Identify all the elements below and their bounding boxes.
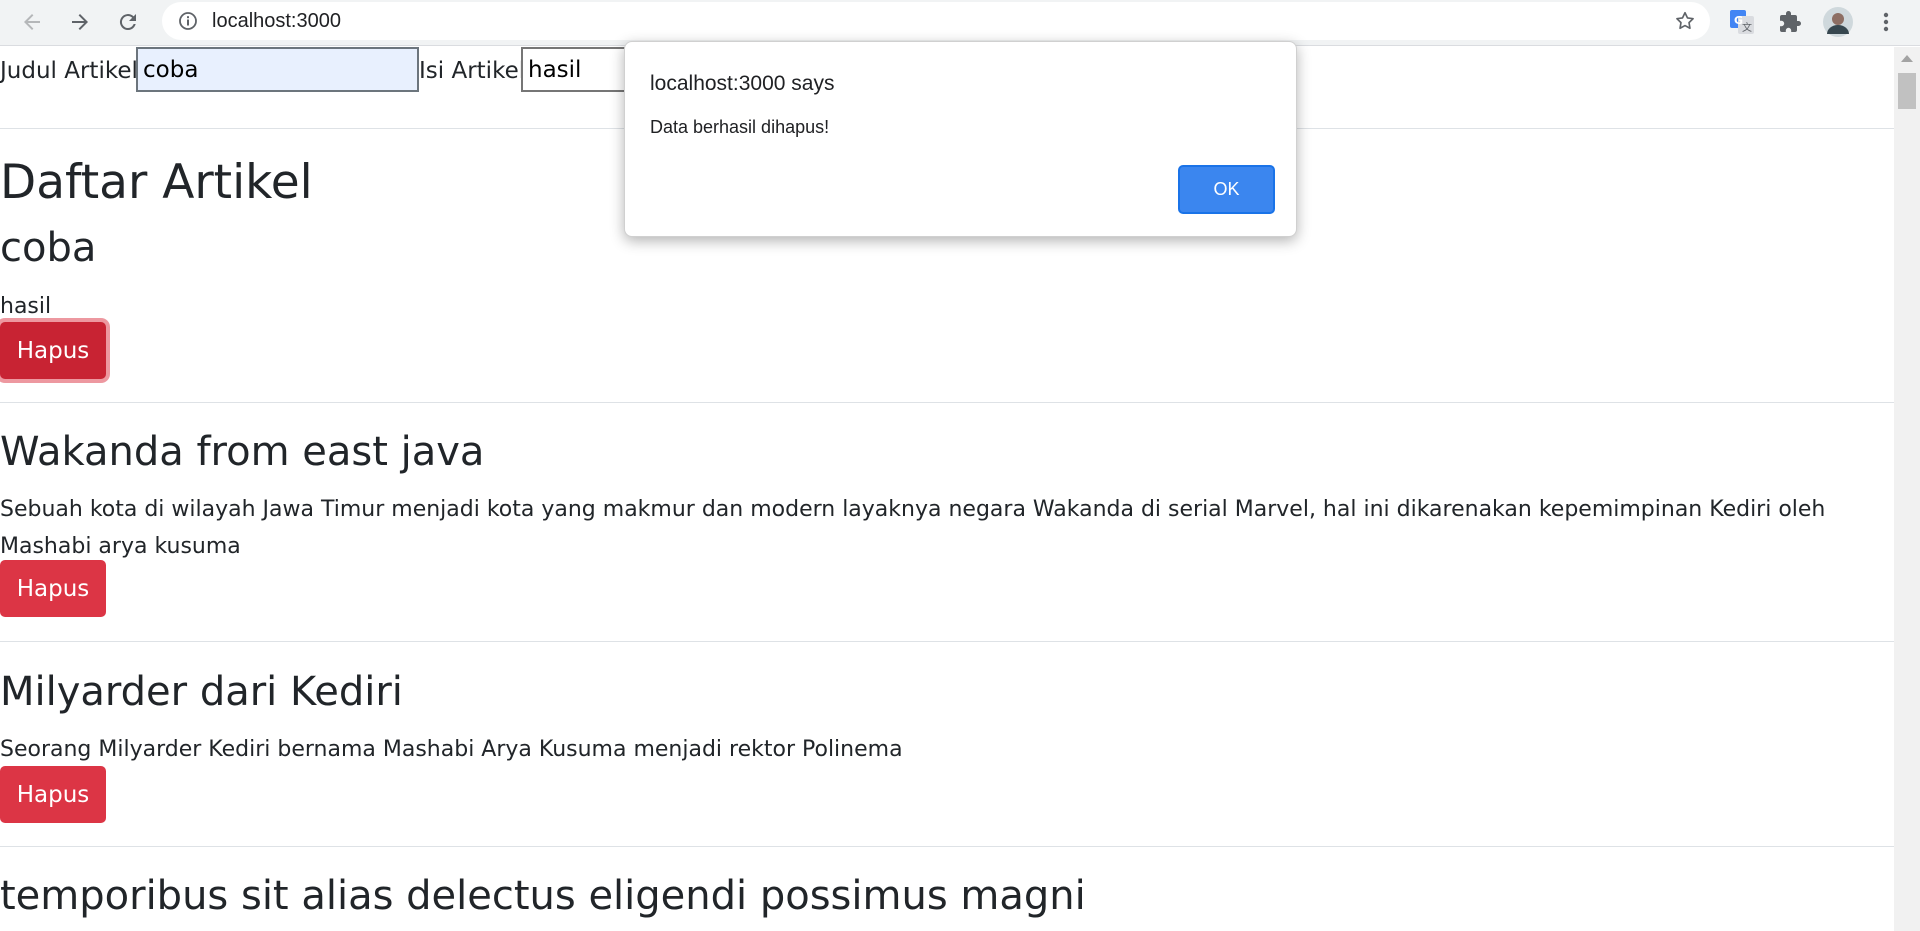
dialog-message: Data berhasil dihapus! [650, 117, 830, 137]
divider [0, 846, 1894, 847]
delete-button[interactable]: Hapus [0, 322, 106, 379]
content-label: Isi Artikel: [419, 58, 533, 84]
content-input[interactable] [521, 47, 631, 92]
address-bar[interactable]: localhost:3000 [162, 2, 1710, 40]
article-title: temporibus sit alias delectus eligendi p… [0, 873, 1086, 919]
scrollbar-thumb[interactable] [1898, 73, 1916, 109]
reload-button[interactable] [110, 4, 146, 40]
reload-icon [119, 14, 136, 31]
title-input[interactable] [136, 47, 419, 92]
article-title: coba [0, 225, 97, 271]
browser-toolbar: localhost:3000 G文 [0, 0, 1920, 46]
scroll-up-arrow-icon[interactable] [1901, 55, 1913, 62]
page-title: Daftar Artikel [0, 155, 313, 210]
url-text: localhost:3000 [212, 10, 341, 32]
divider [0, 402, 1894, 403]
article-content: Sebuah kota di wilayah Jawa Timur menjad… [0, 497, 1826, 559]
article-content: hasil [0, 294, 52, 319]
divider [0, 641, 1894, 642]
ok-button[interactable]: OK [1178, 165, 1275, 214]
delete-button[interactable]: Hapus [0, 560, 106, 617]
alert-dialog: localhost:3000 says Data berhasil dihapu… [624, 41, 1297, 237]
arrow-left-icon [24, 14, 40, 30]
article-title: Wakanda from east java [0, 429, 485, 475]
delete-button[interactable]: Hapus [0, 766, 106, 823]
profile-avatar[interactable] [1820, 4, 1856, 40]
back-button[interactable] [14, 4, 50, 40]
article-title: Milyarder dari Kediri [0, 669, 403, 715]
chrome-menu-icon[interactable] [1868, 4, 1904, 40]
title-label: Judul Artikel: [0, 58, 146, 84]
extensions-puzzle-icon[interactable] [1772, 4, 1808, 40]
bookmark-star-icon[interactable] [1674, 10, 1696, 36]
google-translate-icon[interactable]: G文 [1724, 4, 1760, 40]
dialog-title: localhost:3000 says [650, 72, 835, 95]
article-content: Seorang Milyarder Kediri bernama Mashabi… [0, 737, 903, 762]
svg-text:文: 文 [1742, 21, 1752, 34]
forward-button[interactable] [62, 4, 98, 40]
arrow-right-icon [72, 14, 88, 30]
page-scrollbar[interactable] [1894, 47, 1920, 931]
site-info-icon[interactable] [178, 11, 198, 35]
